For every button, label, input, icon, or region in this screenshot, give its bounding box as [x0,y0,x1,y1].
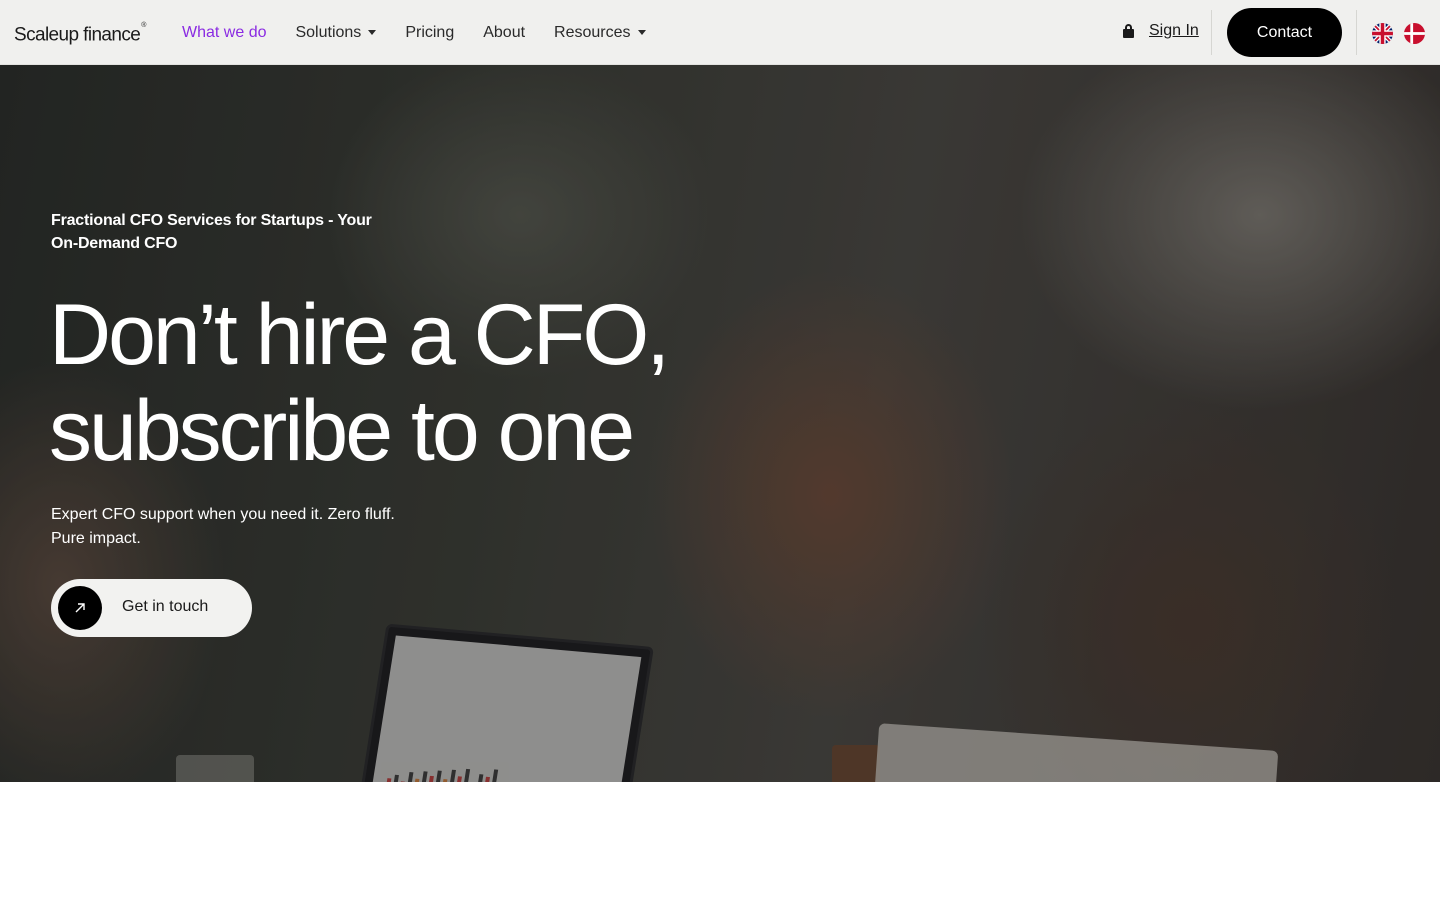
divider [1211,10,1212,55]
nav-item-label: Resources [554,23,631,41]
nav-item-pricing[interactable]: Pricing [405,24,454,42]
hero-eyebrow: Fractional CFO Services for Startups - Y… [51,212,372,252]
contact-button-label: Contact [1256,23,1313,41]
get-in-touch-label: Get in touch [122,598,209,615]
brand-name: Scaleup finance [14,24,141,46]
sign-in-label: Sign In [1149,22,1199,39]
hero-headline-line-1: Don’t hire a CFO, [49,287,670,383]
nav-item-label: Pricing [405,23,455,41]
sign-in-link[interactable]: Sign In [1122,22,1199,40]
site-header: Scaleup finance® What we do Solutions Pr… [0,0,1440,65]
hero-section: Fractional CFO Services for Startups - Y… [0,65,1440,782]
hero-subtitle-line-1: Expert CFO support when you need it. Zer… [51,506,395,523]
arrow-up-right-icon [58,586,102,630]
main-nav: What we do Solutions Pricing About Resou… [182,0,675,65]
chevron-down-icon [637,30,646,35]
english-flag-icon[interactable] [1372,23,1393,44]
nav-item-label: About [483,23,526,41]
hero-subtitle: Expert CFO support when you need it. Zer… [51,503,421,551]
chevron-down-icon [368,30,377,35]
brand-logo[interactable]: Scaleup finance® [14,20,146,47]
get-in-touch-button[interactable]: Get in touch [51,579,252,637]
nav-item-what-we-do[interactable]: What we do [182,24,266,42]
contact-button[interactable]: Contact [1227,8,1342,57]
danish-flag-icon[interactable] [1404,23,1425,44]
hero-headline: Don’t hire a CFO, subscribe to one [49,287,809,479]
lock-icon [1122,23,1135,39]
nav-item-label: Solutions [295,23,362,41]
nav-item-label: What we do [182,23,267,41]
divider [1356,10,1357,55]
nav-item-about[interactable]: About [483,24,525,42]
nav-item-resources[interactable]: Resources [554,23,646,42]
hero-headline-line-2: subscribe to one [49,383,635,479]
hero-subtitle-line-2: Pure impact. [51,530,141,547]
nav-item-solutions[interactable]: Solutions [295,23,377,42]
brand-registered-mark: ® [141,22,146,29]
